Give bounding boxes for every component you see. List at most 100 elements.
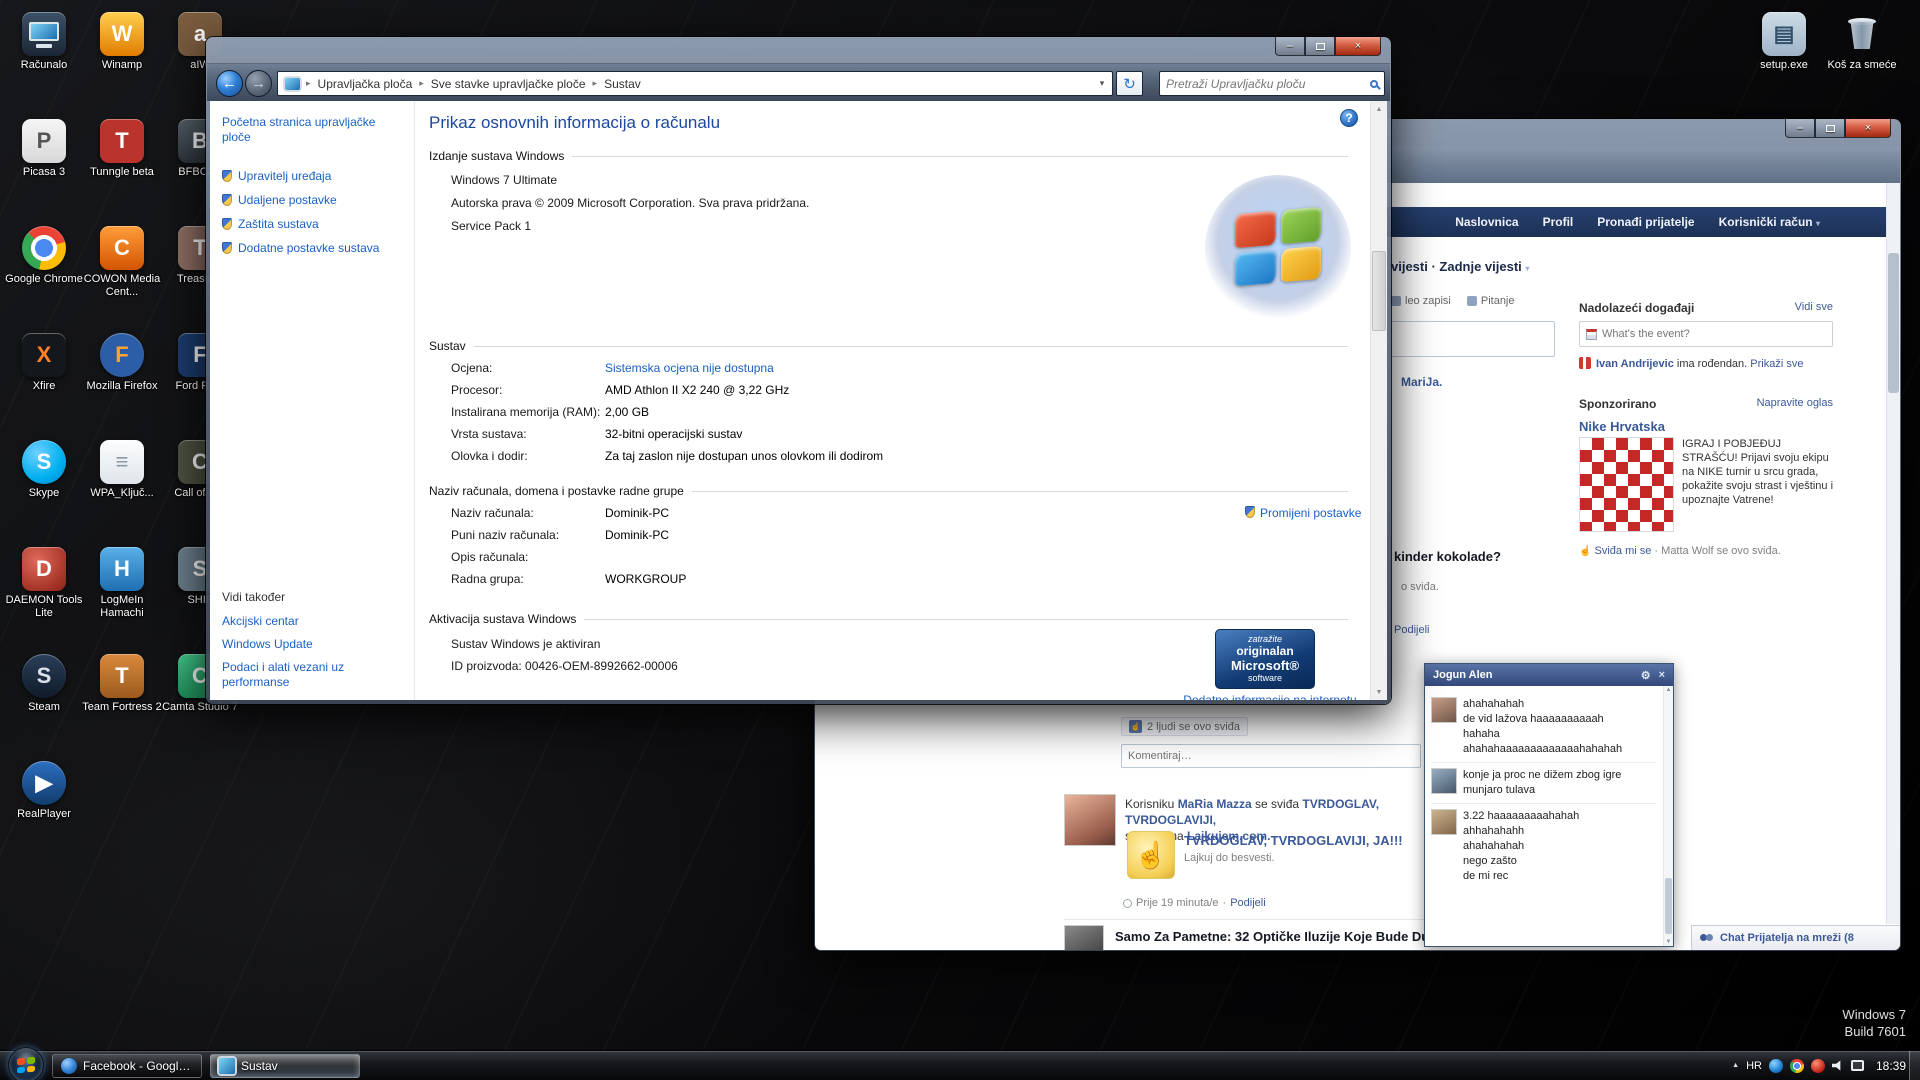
event-input[interactable]	[1602, 328, 1826, 340]
genuine-microsoft-badge[interactable]: zatražite originalan Microsoft® software	[1215, 629, 1315, 689]
gear-icon[interactable]: ⚙	[1641, 669, 1651, 682]
desktop-icon-tunngle[interactable]: T Tunngle beta	[82, 119, 162, 179]
sidebar-item-advanced-settings[interactable]: Dodatne postavke sustava	[222, 241, 406, 255]
chat-bar[interactable]: Chat Prijatelja na mreži (8	[1691, 925, 1900, 950]
desktop-icon-skype[interactable]: S Skype	[4, 440, 84, 500]
desktop-icon-cowon[interactable]: C COWON Media Cent...	[82, 226, 162, 299]
sidebar-item-home[interactable]: Početna stranica upravljačke ploče	[222, 115, 382, 145]
tab-video-posts[interactable]: leo zapisi	[1391, 295, 1451, 307]
taskbar-button-sustav[interactable]: Sustav	[210, 1054, 360, 1078]
scrollbar-thumb[interactable]	[1372, 251, 1386, 331]
address-dropdown-icon[interactable]: ▾	[1092, 78, 1112, 89]
address-bar[interactable]: ▸ Upravljačka ploča ▸ Sve stavke upravlj…	[277, 71, 1113, 96]
maximize-button[interactable]	[1305, 37, 1335, 56]
shield-icon	[222, 170, 232, 182]
nav-find-friends[interactable]: Pronađi prijatelje	[1587, 215, 1704, 229]
scroll-down-icon[interactable]: ▼	[1371, 684, 1387, 700]
desktop-icon-chrome[interactable]: Google Chrome	[4, 226, 84, 286]
desktop-icon-setup-exe[interactable]: ▤ setup.exe	[1744, 12, 1824, 72]
like-link[interactable]: Sviđa mi se	[1595, 545, 1652, 557]
more-info-link[interactable]: Dodatne informacije na internetu	[1175, 693, 1365, 700]
like-count-box[interactable]: ☝ 2 ljudi se ovo sviđa	[1121, 717, 1248, 736]
breadcrumb-system[interactable]: Sustav	[597, 72, 648, 95]
scroll-down-icon[interactable]: ▼	[1664, 939, 1673, 945]
back-button[interactable]: ←	[216, 70, 243, 97]
start-button[interactable]	[8, 1047, 44, 1080]
birthday-name-link[interactable]: Ivan Andrijevic	[1596, 358, 1674, 370]
page-title-link[interactable]: TVRDOGLAV, TVRDOGLAVIJI, JA!!!	[1184, 833, 1403, 848]
avatar[interactable]	[1064, 925, 1104, 950]
ad-title-link[interactable]: Nike Hrvatska	[1579, 419, 1833, 434]
desktop-icon-wpa-kljuc[interactable]: ≡ WPA_Ključ...	[82, 440, 162, 500]
ad-image[interactable]	[1579, 437, 1674, 532]
nav-home[interactable]: Naslovnica	[1445, 215, 1528, 229]
desktop-icon-daemon-tools[interactable]: D DAEMON Tools Lite	[4, 547, 84, 620]
breadcrumb-all-items[interactable]: Sve stavke upravljačke ploče	[424, 72, 593, 95]
network-icon[interactable]	[1851, 1060, 1864, 1071]
minimize-button[interactable]: –	[1275, 37, 1305, 56]
create-ad-link[interactable]: Napravite oglas	[1757, 397, 1833, 411]
sidebar-item-performance[interactable]: Podaci i alati vezani uz performanse	[222, 660, 382, 690]
show-all-link[interactable]: Prikaži sve	[1750, 358, 1803, 370]
sidebar-item-action-center[interactable]: Akcijski centar	[222, 614, 406, 629]
breadcrumb-control-panel[interactable]: Upravljačka ploča	[311, 72, 420, 95]
daemon-tray-icon[interactable]	[1811, 1059, 1825, 1073]
minimize-button[interactable]: –	[1785, 119, 1815, 138]
user-link[interactable]: MaRia Mazza	[1178, 797, 1252, 811]
scroll-up-icon[interactable]: ▲	[1664, 687, 1673, 693]
thumbs-up-image[interactable]: ☝	[1127, 831, 1175, 879]
volume-icon[interactable]	[1832, 1060, 1844, 1072]
desktop-icon-winamp[interactable]: W Winamp	[82, 12, 162, 72]
help-icon[interactable]: ?	[1340, 109, 1358, 127]
desktop-icon-steam[interactable]: S Steam	[4, 654, 84, 714]
see-also-section: Vidi također Akcijski centar Windows Upd…	[222, 590, 406, 698]
scrollbar-thumb[interactable]	[1665, 878, 1672, 934]
desktop-icon-hamachi[interactable]: H LogMeIn Hamachi	[82, 547, 162, 620]
nav-profile[interactable]: Profil	[1533, 215, 1584, 229]
sidebar-item-remote-settings[interactable]: Udaljene postavke	[222, 193, 406, 207]
product-id: ID proizvoda: 00426-OEM-8992662-00006	[451, 659, 678, 673]
maximize-button[interactable]	[1815, 119, 1845, 138]
share-link[interactable]: Podijeli	[1394, 624, 1429, 636]
nav-account[interactable]: Korisnički račun ▾	[1709, 215, 1830, 229]
close-button[interactable]: ×	[1845, 119, 1891, 138]
events-see-all-link[interactable]: Vidi sve	[1795, 301, 1833, 315]
window-scrollbar[interactable]: ▲ ▼	[1370, 101, 1387, 700]
show-desktop-button[interactable]	[1909, 1051, 1920, 1080]
close-button[interactable]: ×	[1335, 37, 1381, 56]
rating-link[interactable]: Sistemska ocjena nije dostupna	[605, 361, 774, 375]
desktop-icon-picasa[interactable]: P Picasa 3	[4, 119, 84, 179]
language-indicator[interactable]: HR	[1746, 1060, 1762, 1072]
desktop-icon-xfire[interactable]: X Xfire	[4, 333, 84, 393]
desktop-icon-racunalo[interactable]: Računalo	[4, 12, 84, 72]
desktop-icon-realplayer[interactable]: ▶ RealPlayer	[4, 761, 84, 821]
share-link[interactable]: Podijeli	[1230, 897, 1265, 909]
sidebar-item-device-manager[interactable]: Upravitelj uređaja	[222, 169, 406, 183]
comment-input[interactable]	[1128, 750, 1414, 762]
sidebar-item-windows-update[interactable]: Windows Update	[222, 637, 406, 652]
refresh-button[interactable]: ↻	[1116, 71, 1143, 96]
taskbar-button-facebook[interactable]: Facebook - Google C...	[52, 1054, 202, 1078]
search-input[interactable]	[1166, 77, 1366, 91]
sidebar-item-system-protection[interactable]: Zaštita sustava	[222, 217, 406, 231]
forward-button[interactable]: →	[245, 70, 272, 97]
desktop-icon-firefox[interactable]: F Mozilla Firefox	[82, 333, 162, 393]
clock[interactable]: 18:39	[1876, 1059, 1906, 1073]
browser-scrollbar[interactable]	[1886, 183, 1900, 924]
avatar[interactable]	[1064, 794, 1116, 846]
chevron-down-icon[interactable]: ▾	[1525, 264, 1529, 273]
desktop-icon-recycle-bin[interactable]: Koš za smeće	[1822, 12, 1902, 72]
change-settings-link[interactable]: Promijeni postavke	[1245, 506, 1363, 521]
scroll-up-icon[interactable]: ▲	[1371, 101, 1387, 117]
chat-scrollbar[interactable]: ▲ ▼	[1663, 686, 1673, 946]
desktop-icon-team-fortress[interactable]: T Team Fortress 2	[82, 654, 162, 714]
chat-header[interactable]: Jogun Alen ⚙ ×	[1425, 664, 1673, 686]
search-icon[interactable]	[1370, 80, 1378, 88]
show-hidden-icons-button[interactable]: ▲	[1732, 1062, 1739, 1069]
tab-question[interactable]: Pitanje	[1467, 295, 1515, 307]
close-icon[interactable]: ×	[1659, 669, 1665, 681]
friend-name-fragment[interactable]: MariJa.	[1401, 375, 1442, 389]
chrome-tray-icon[interactable]	[1790, 1059, 1804, 1073]
logmein-tray-icon[interactable]	[1769, 1059, 1783, 1073]
scrollbar-thumb[interactable]	[1888, 253, 1899, 393]
